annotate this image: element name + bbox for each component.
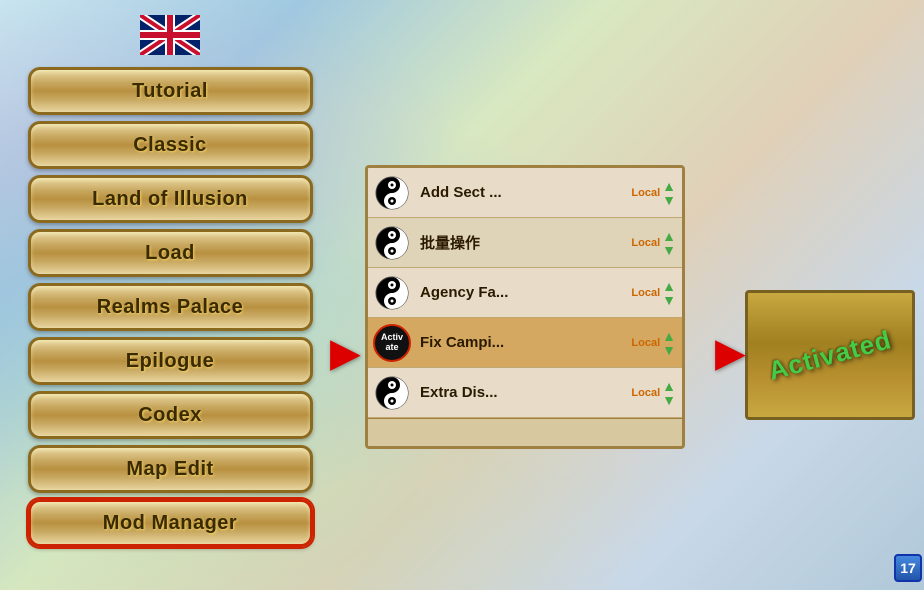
mod-icon-2 <box>368 219 416 267</box>
activated-panel: Activated <box>745 290 915 420</box>
mod-tag-2: Local <box>631 237 660 249</box>
menu-mod-manager[interactable]: Mod Manager <box>28 499 313 547</box>
menu-land-of-illusion[interactable]: Land of Illusion <box>28 175 313 223</box>
uk-flag[interactable] <box>140 15 200 55</box>
mod-tag-1: Local <box>631 187 660 199</box>
mod-row-1[interactable]: Add Sect ... Local ▲ ▼ <box>368 168 682 218</box>
activated-label: Activated <box>765 324 895 387</box>
mod-name-2: 批量操作 <box>416 232 631 253</box>
mod-list-panel: Add Sect ... Local ▲ ▼ 批量操作 Local ▲ ▼ <box>365 165 685 449</box>
left-panel: Tutorial Classic Land of Illusion Load R… <box>0 0 340 590</box>
mod-row-5[interactable]: Extra Dis... Local ▲ ▼ <box>368 368 682 418</box>
mod-name-1: Add Sect ... <box>416 184 631 201</box>
sort-arrows-2[interactable]: ▲ ▼ <box>662 229 676 257</box>
mod-name-4: Fix Campi... <box>416 334 631 351</box>
mod-row-3[interactable]: Agency Fa... Local ▲ ▼ <box>368 268 682 318</box>
number-badge: 17 <box>894 554 922 582</box>
menu-codex[interactable]: Codex <box>28 391 313 439</box>
right-arrow: ▶ <box>715 330 746 376</box>
mod-row-4[interactable]: Activate Fix Campi... Local ▲ ▼ <box>368 318 682 368</box>
sort-arrows-1[interactable]: ▲ ▼ <box>662 179 676 207</box>
mod-icon-4: Activate <box>368 319 416 367</box>
mod-name-3: Agency Fa... <box>416 284 631 301</box>
menu-map-edit[interactable]: Map Edit <box>28 445 313 493</box>
mod-tag-3: Local <box>631 287 660 299</box>
mod-name-5: Extra Dis... <box>416 384 631 401</box>
menu-classic[interactable]: Classic <box>28 121 313 169</box>
mod-icon-3 <box>368 269 416 317</box>
sort-arrows-4[interactable]: ▲ ▼ <box>662 329 676 357</box>
mod-icon-5 <box>368 369 416 417</box>
mod-tag-5: Local <box>631 387 660 399</box>
left-arrow: ▶ <box>330 330 361 376</box>
menu-load[interactable]: Load <box>28 229 313 277</box>
mod-row-2[interactable]: 批量操作 Local ▲ ▼ <box>368 218 682 268</box>
menu-epilogue[interactable]: Epilogue <box>28 337 313 385</box>
sort-arrows-3[interactable]: ▲ ▼ <box>662 279 676 307</box>
mod-list-footer <box>368 418 682 446</box>
mod-icon-1 <box>368 169 416 217</box>
mod-tag-4: Local <box>631 337 660 349</box>
activate-icon: Activate <box>373 324 411 362</box>
menu-tutorial[interactable]: Tutorial <box>28 67 313 115</box>
sort-arrows-5[interactable]: ▲ ▼ <box>662 379 676 407</box>
menu-realms-palace[interactable]: Realms Palace <box>28 283 313 331</box>
